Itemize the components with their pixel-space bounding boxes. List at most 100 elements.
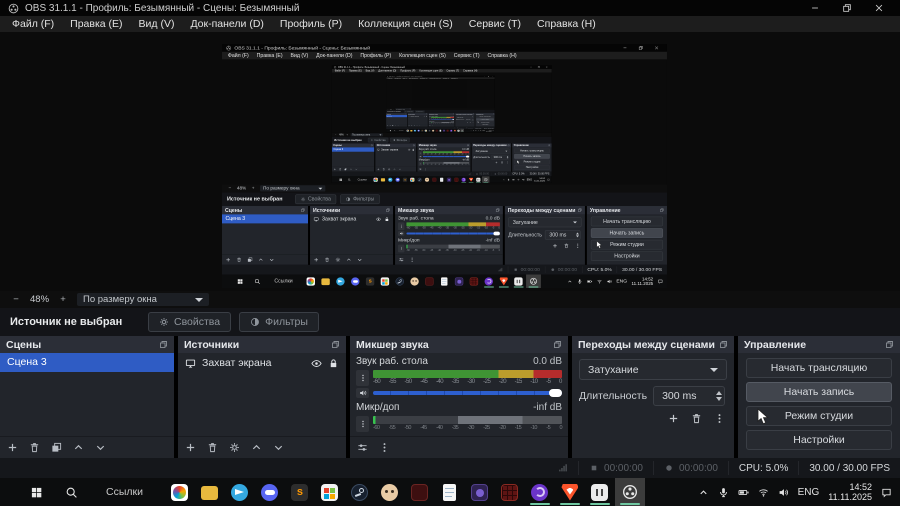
taskbar-search-button[interactable] — [394, 130, 396, 131]
taskbar-zen-browser-icon[interactable] — [482, 274, 497, 288]
tray-chevron-up-icon[interactable] — [567, 279, 572, 284]
dock-popout-icon[interactable] — [719, 340, 728, 349]
start-button[interactable] — [237, 278, 243, 284]
filters-button[interactable]: Фильтры — [340, 194, 380, 205]
start-button[interactable] — [390, 130, 392, 131]
taskbar-zen-browser-icon[interactable] — [460, 176, 467, 183]
clock[interactable]: 14:52 11.11.2025 — [632, 276, 654, 286]
spin-down-icon[interactable] — [576, 235, 580, 238]
dock-popout-icon[interactable] — [495, 208, 499, 212]
taskbar-picpick-icon[interactable] — [304, 274, 319, 288]
taskbar-discord-icon[interactable] — [255, 478, 285, 506]
move-scene-down-icon[interactable] — [95, 442, 106, 453]
microphone-icon[interactable] — [507, 178, 510, 181]
add-source-icon[interactable] — [185, 442, 196, 453]
taskbar-telegram-icon[interactable] — [333, 274, 348, 288]
channel-options-button[interactable] — [418, 151, 422, 155]
taskbar-microsoft-store-icon[interactable] — [378, 274, 393, 288]
taskbar-microsoft-store-icon[interactable] — [315, 478, 345, 506]
zoom-out-button[interactable]: − — [227, 186, 233, 191]
add-transition-icon[interactable] — [495, 161, 498, 164]
spin-up-icon[interactable] — [576, 232, 580, 235]
move-source-up-icon[interactable] — [393, 168, 396, 171]
duration-input[interactable]: 300 ms — [464, 118, 474, 121]
remove-source-icon[interactable] — [207, 442, 218, 453]
dock-popout-icon[interactable] — [467, 144, 469, 146]
remove-transition-icon[interactable] — [501, 161, 504, 164]
taskbar-white-app-icon[interactable] — [475, 176, 482, 183]
language-indicator[interactable]: ENG — [798, 487, 820, 498]
close-icon[interactable] — [874, 3, 884, 13]
duplicate-scene-icon[interactable] — [344, 168, 347, 171]
remove-source-icon[interactable] — [382, 168, 385, 171]
scene-list-item[interactable]: Сцена 3 — [0, 353, 174, 372]
remove-transition-icon[interactable] — [691, 413, 702, 424]
duplicate-scene-icon[interactable] — [51, 442, 62, 453]
move-source-up-icon[interactable] — [251, 442, 262, 453]
transition-select[interactable]: Затухание — [579, 359, 727, 380]
add-transition-icon[interactable] — [467, 122, 468, 123]
taskbar-dark-red-game-icon[interactable] — [422, 274, 437, 288]
taskbar-brave-icon[interactable] — [555, 478, 585, 506]
mute-button[interactable] — [398, 231, 405, 236]
menu-item[interactable]: Профиль (P) — [272, 16, 350, 32]
taskbar-brave-icon[interactable] — [496, 274, 511, 288]
volume-slider-handle[interactable] — [493, 231, 500, 236]
menu-item[interactable]: Вид (V) — [287, 52, 313, 60]
move-scene-up-icon[interactable] — [350, 168, 353, 171]
menu-item[interactable]: Файл (F) — [4, 16, 62, 32]
filters-button[interactable]: Фильтры — [390, 137, 410, 143]
taskbar-purple-app-icon[interactable] — [445, 176, 452, 183]
taskbar-red-grid-game-icon[interactable] — [495, 478, 525, 506]
wifi-icon[interactable] — [517, 178, 520, 181]
menu-item[interactable]: Справка (H) — [484, 52, 521, 60]
advanced-audio-icon[interactable] — [357, 442, 368, 453]
add-scene-icon[interactable] — [333, 168, 336, 171]
taskbar-sublime-text-icon[interactable]: s — [363, 274, 378, 288]
taskbar-folder-icon[interactable] — [379, 176, 386, 183]
taskbar-folder-icon[interactable] — [318, 274, 333, 288]
mute-button[interactable] — [418, 155, 422, 158]
volume-slider[interactable] — [406, 231, 500, 236]
menu-item[interactable]: Коллекция сцен (S) — [350, 16, 461, 32]
zoom-in-button[interactable]: + — [346, 134, 349, 137]
taskbar-obs-studio-icon[interactable] — [526, 274, 541, 288]
maximize-icon[interactable] — [538, 66, 540, 68]
dock-popout-icon[interactable] — [885, 340, 894, 349]
source-list-item[interactable]: Захват экрана — [178, 353, 346, 373]
taskbar-isaac-game-icon[interactable] — [407, 274, 422, 288]
taskbar-steam-icon[interactable] — [416, 176, 423, 183]
volume-icon[interactable] — [480, 130, 481, 131]
title-bar[interactable]: OBS 31.1.1 - Профиль: Безымянный - Сцены… — [222, 44, 667, 52]
taskbar-search-button[interactable] — [348, 178, 351, 181]
taskbar-discord-icon[interactable] — [348, 274, 363, 288]
taskbar-obs-studio-icon[interactable] — [460, 129, 464, 133]
add-source-icon[interactable] — [313, 257, 318, 262]
menu-item[interactable]: Справка (H) — [529, 16, 604, 32]
lock-icon[interactable] — [328, 358, 339, 369]
taskbar-zen-browser-icon[interactable] — [525, 478, 555, 506]
close-icon[interactable] — [654, 45, 659, 50]
taskbar-notepad-icon[interactable] — [438, 176, 445, 183]
channel-options-button[interactable] — [418, 161, 422, 166]
transition-select[interactable]: Затухание — [473, 148, 510, 154]
taskbar-obs-studio-icon[interactable] — [482, 176, 490, 183]
volume-slider[interactable] — [373, 389, 562, 397]
spin-up-icon[interactable] — [716, 391, 723, 395]
move-scene-up-icon[interactable] — [258, 257, 263, 262]
minimize-icon[interactable] — [810, 3, 820, 13]
taskbar-sublime-text-icon[interactable]: s — [285, 478, 315, 506]
add-transition-icon[interactable] — [552, 243, 557, 248]
scene-list-item[interactable]: Сцена 3 — [331, 147, 375, 152]
taskbar-brave-icon[interactable] — [467, 176, 474, 183]
visibility-eye-icon[interactable] — [311, 358, 322, 369]
taskbar-sublime-text-icon[interactable]: s — [401, 176, 408, 183]
taskbar-folder-icon[interactable] — [195, 478, 225, 506]
remove-scene-icon[interactable] — [236, 257, 241, 262]
taskbar-white-app-icon[interactable] — [511, 274, 526, 288]
tray-chevron-up-icon[interactable] — [698, 487, 709, 498]
dock-popout-icon[interactable] — [508, 144, 510, 146]
remove-source-icon[interactable] — [324, 257, 329, 262]
filters-button[interactable]: Фильтры — [239, 312, 319, 332]
source-properties-icon[interactable] — [229, 442, 240, 453]
